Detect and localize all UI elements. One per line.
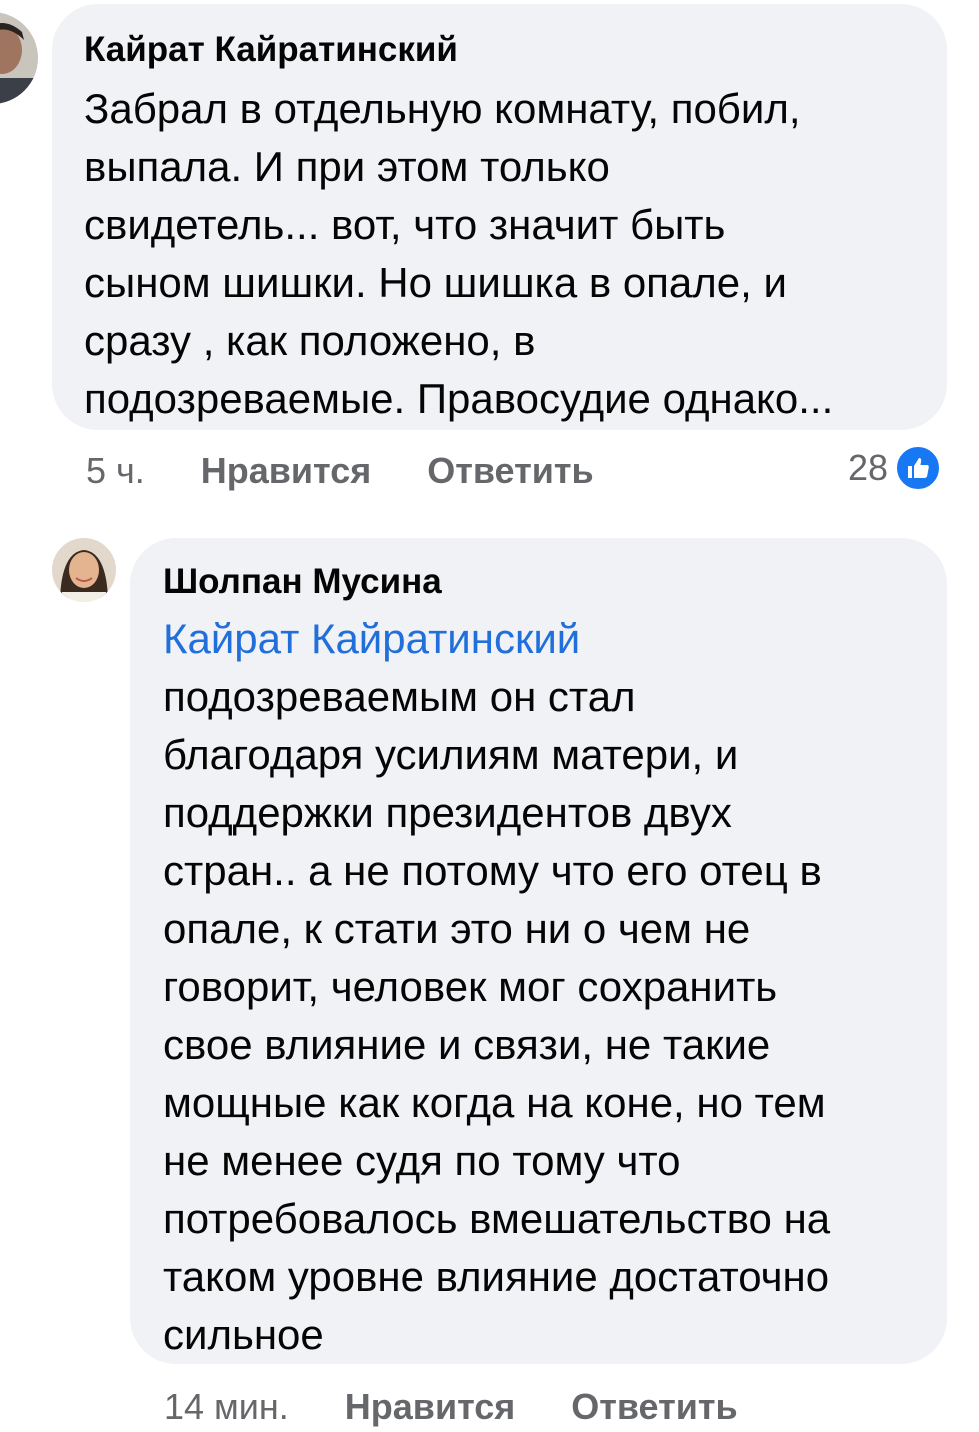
- comment-timestamp[interactable]: 5 ч.: [86, 450, 145, 492]
- reply-bubble: Шолпан Мусина Кайрат Кайратинский подозр…: [130, 538, 947, 1364]
- reaction-count[interactable]: 28: [848, 444, 943, 492]
- thumbs-up-icon: [894, 444, 943, 492]
- like-button[interactable]: Нравится: [201, 450, 371, 492]
- mention-link[interactable]: Кайрат Кайратинский: [163, 610, 947, 668]
- comment-author[interactable]: Кайрат Кайратинский: [84, 28, 947, 72]
- like-button[interactable]: Нравится: [345, 1386, 515, 1428]
- reply-button[interactable]: Ответить: [427, 450, 593, 492]
- avatar-photo-icon: [0, 12, 38, 104]
- avatar[interactable]: [52, 538, 116, 602]
- comment-text: Забрал в отдельную комнату, побил, выпал…: [84, 85, 834, 422]
- comment-actions: 14 мин. Нравится Ответить: [164, 1382, 738, 1432]
- comment-timestamp[interactable]: 14 мин.: [164, 1386, 289, 1428]
- comment-author[interactable]: Шолпан Мусина: [163, 560, 947, 604]
- comment-actions: 5 ч. Нравится Ответить: [86, 446, 594, 496]
- avatar[interactable]: [0, 12, 38, 104]
- reply-button[interactable]: Ответить: [571, 1386, 737, 1428]
- comment-bubble: Кайрат Кайратинский Забрал в отдельную к…: [52, 4, 947, 430]
- comment-text: подозреваемым он стал благодаря усилиям …: [163, 673, 831, 1358]
- reaction-count-label: 28: [848, 447, 889, 488]
- avatar-photo-icon: [52, 538, 116, 602]
